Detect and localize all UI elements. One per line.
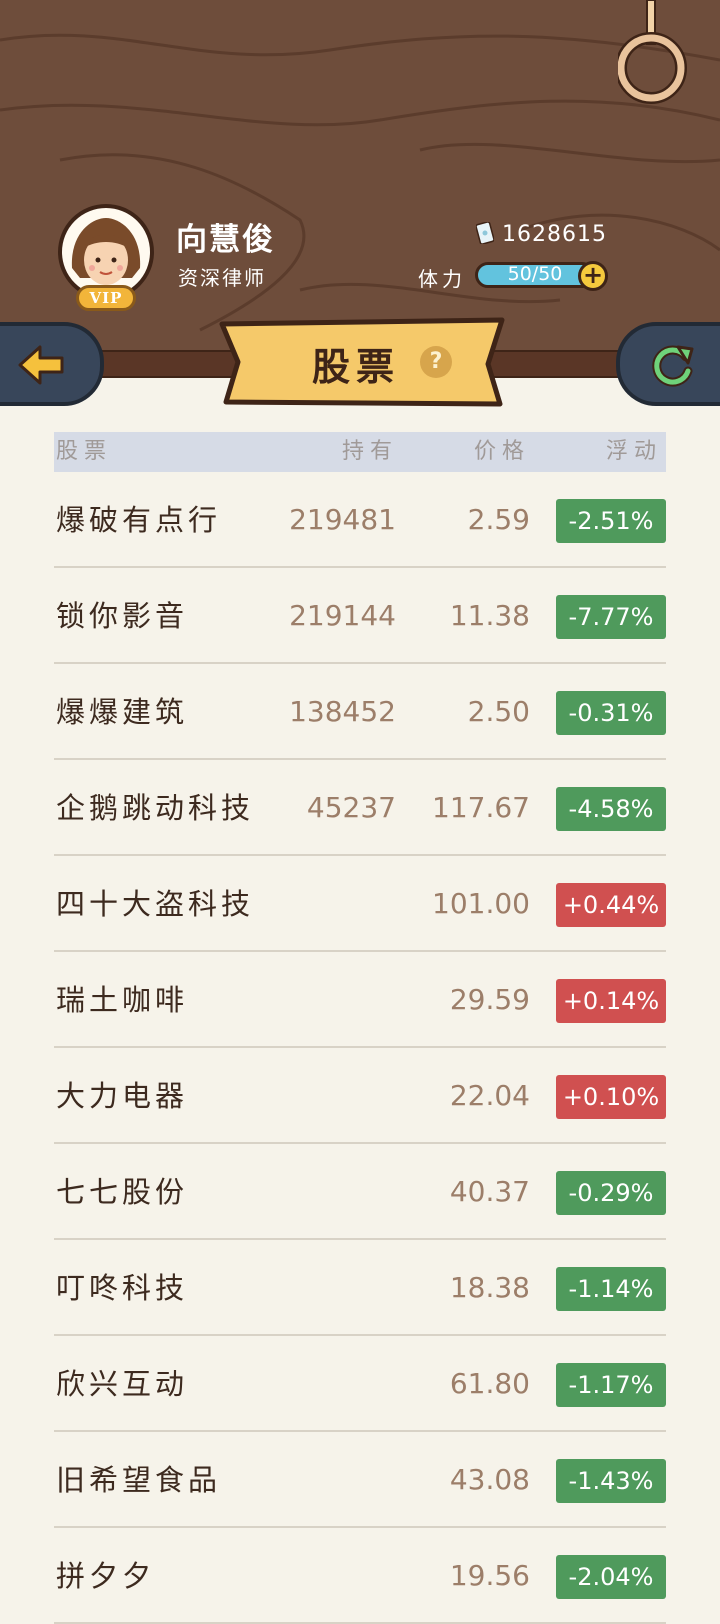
stock-price: 18.38 xyxy=(449,1271,530,1304)
stock-name: 爆爆建筑 xyxy=(56,695,189,729)
stock-change-badge: +0.44% xyxy=(556,883,666,927)
stock-row[interactable]: 锁你影音 219144 11.38 -7.77% xyxy=(54,568,666,664)
table-header: 股票 持有 价格 浮动 xyxy=(54,432,666,472)
header-hold: 持有 xyxy=(342,439,399,464)
stock-hold: 138452 xyxy=(289,695,396,728)
stock-hold: 219144 xyxy=(289,599,396,632)
stock-name: 七七股份 xyxy=(56,1175,189,1209)
plus-icon: + xyxy=(582,261,604,289)
stock-price: 101.00 xyxy=(432,887,530,920)
stock-name: 四十大盗科技 xyxy=(56,887,255,921)
stock-name: 欣兴互动 xyxy=(56,1367,189,1401)
header-change: 浮动 xyxy=(606,439,663,464)
stock-name: 大力电器 xyxy=(56,1079,189,1113)
stock-row[interactable]: 七七股份 40.37 -0.29% xyxy=(54,1144,666,1240)
stock-hold: 219481 xyxy=(289,503,396,536)
stock-row[interactable]: 拼夕夕 19.56 -2.04% xyxy=(54,1528,666,1624)
avatar-face-icon xyxy=(71,218,141,296)
stock-row[interactable]: 大力电器 22.04 +0.10% xyxy=(54,1048,666,1144)
hanging-ring-icon xyxy=(618,0,687,104)
stock-name: 瑞土咖啡 xyxy=(56,983,189,1017)
arrow-left-icon xyxy=(18,345,64,385)
stock-row[interactable]: 旧希望食品 43.08 -1.43% xyxy=(54,1432,666,1528)
stock-row[interactable]: 爆破有点行 219481 2.59 -2.51% xyxy=(54,472,666,568)
money-count: 1628615 xyxy=(502,222,607,247)
vip-badge: VIP xyxy=(76,285,136,311)
stamina-value: 50/50 xyxy=(507,263,563,285)
stock-price: 2.50 xyxy=(467,695,530,728)
stamina-label: 体力 xyxy=(418,267,466,291)
stock-change-badge: -2.51% xyxy=(556,499,666,543)
stock-name: 企鹅跳动科技 xyxy=(56,791,255,825)
stock-price: 61.80 xyxy=(449,1367,530,1400)
stock-change-badge: -1.43% xyxy=(556,1459,666,1503)
stock-price: 11.38 xyxy=(449,599,530,632)
stock-change-badge: -2.04% xyxy=(556,1555,666,1599)
stock-row[interactable]: 欣兴互动 61.80 -1.17% xyxy=(54,1336,666,1432)
refresh-icon xyxy=(652,345,694,387)
stock-name: 爆破有点行 xyxy=(56,503,222,537)
page-title: 股票 xyxy=(312,344,401,389)
back-button[interactable] xyxy=(0,322,104,406)
player-title: 资深律师 xyxy=(178,266,266,290)
question-icon[interactable]: ? xyxy=(420,346,452,378)
stock-row[interactable]: 爆爆建筑 138452 2.50 -0.31% xyxy=(54,664,666,760)
stock-name: 叮咚科技 xyxy=(56,1271,189,1305)
header-stock: 股票 xyxy=(56,439,113,464)
stock-price: 43.08 xyxy=(449,1463,530,1496)
banknote-icon xyxy=(476,222,494,244)
stock-change-badge: -0.29% xyxy=(556,1171,666,1215)
player-name: 向慧俊 xyxy=(176,222,275,258)
stock-name: 旧希望食品 xyxy=(56,1463,222,1497)
stock-change-badge: -7.77% xyxy=(556,595,666,639)
stock-price: 22.04 xyxy=(449,1079,530,1112)
stock-name: 拼夕夕 xyxy=(56,1559,156,1593)
stock-row[interactable]: 企鹅跳动科技 45237 117.67 -4.58% xyxy=(54,760,666,856)
add-stamina-button[interactable]: + xyxy=(578,261,608,291)
stock-price: 19.56 xyxy=(449,1559,530,1592)
stock-price: 29.59 xyxy=(449,983,530,1016)
stock-price: 2.59 xyxy=(467,503,530,536)
stock-hold: 45237 xyxy=(306,791,396,824)
stock-change-badge: -0.31% xyxy=(556,691,666,735)
refresh-button[interactable] xyxy=(616,322,720,406)
stock-name: 锁你影音 xyxy=(56,599,189,633)
stock-price: 40.37 xyxy=(449,1175,530,1208)
stock-row[interactable]: 四十大盗科技 101.00 +0.44% xyxy=(54,856,666,952)
stock-price: 117.67 xyxy=(432,791,530,824)
stock-change-badge: -1.17% xyxy=(556,1363,666,1407)
stock-change-badge: -1.14% xyxy=(556,1267,666,1311)
stock-row[interactable]: 叮咚科技 18.38 -1.14% xyxy=(54,1240,666,1336)
stock-change-badge: +0.14% xyxy=(556,979,666,1023)
stock-change-badge: +0.10% xyxy=(556,1075,666,1119)
stock-row[interactable]: 瑞土咖啡 29.59 +0.14% xyxy=(54,952,666,1048)
header-price: 价格 xyxy=(474,439,531,464)
stock-change-badge: -4.58% xyxy=(556,787,666,831)
